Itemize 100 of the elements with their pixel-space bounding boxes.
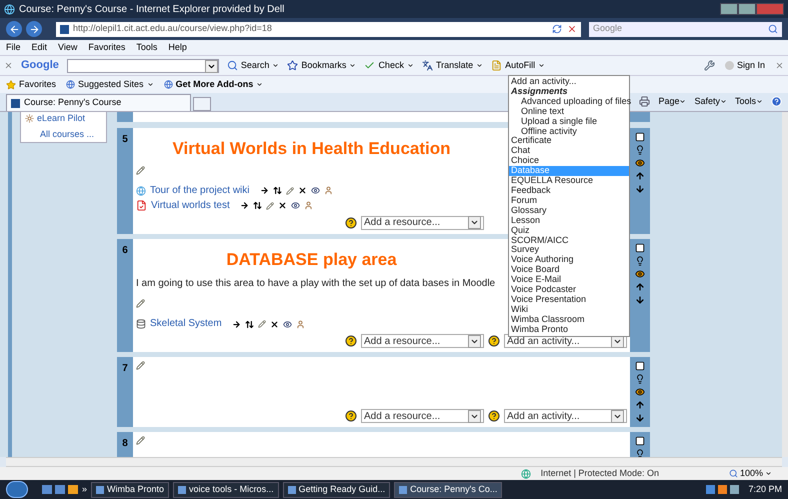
help-icon[interactable] <box>345 410 357 422</box>
delete-icon[interactable] <box>270 320 279 328</box>
dropdown-option[interactable]: Glossary <box>509 206 629 216</box>
caret-icon[interactable] <box>349 62 356 69</box>
square-icon[interactable] <box>635 132 645 142</box>
printer-icon[interactable] <box>639 96 650 107</box>
horizontal-scrollbar[interactable] <box>6 457 782 467</box>
zoom-button[interactable]: 100% <box>728 466 772 480</box>
move-icon[interactable] <box>232 320 241 328</box>
dropdown-option[interactable]: Feedback <box>509 186 629 196</box>
overflow-chevron[interactable]: » <box>82 482 88 496</box>
stop-icon[interactable] <box>567 24 577 34</box>
magnifier-icon[interactable] <box>728 469 738 478</box>
edit-icon[interactable] <box>286 186 294 194</box>
check-icon[interactable] <box>364 60 376 71</box>
toolbar-button[interactable]: Search <box>226 58 280 72</box>
activity-link[interactable]: Skeletal System <box>150 318 222 330</box>
dropdown-option[interactable]: Add an activity... <box>509 77 629 87</box>
sign-in-button[interactable]: Sign In <box>724 58 765 72</box>
refresh-icon[interactable] <box>552 24 562 34</box>
dropdown-option[interactable]: Voice Podcaster <box>509 285 629 295</box>
menu-item[interactable]: View <box>58 40 78 54</box>
wrench-icon[interactable] <box>704 60 715 71</box>
minimize-button[interactable] <box>720 3 738 15</box>
search-icon[interactable] <box>768 24 778 34</box>
caret-icon[interactable] <box>476 62 484 69</box>
person-icon[interactable] <box>324 186 332 195</box>
start-button[interactable] <box>6 481 28 498</box>
dropdown-option[interactable]: Lesson <box>509 216 629 226</box>
select-field[interactable]: Add a resource... <box>361 409 484 423</box>
arrow-down-icon[interactable] <box>635 294 645 304</box>
dropdown-option[interactable]: Upload a single file <box>509 116 629 127</box>
caret-icon[interactable] <box>406 62 414 69</box>
help-icon[interactable] <box>345 335 357 347</box>
command-menu[interactable]: Safety <box>694 94 727 108</box>
eye-icon[interactable] <box>635 268 645 278</box>
menu-item[interactable]: Help <box>168 40 187 54</box>
select-field[interactable]: Add a resource... <box>361 216 484 230</box>
arrow-up-icon[interactable] <box>635 400 645 410</box>
dropdown-option[interactable]: Wiki <box>509 304 629 315</box>
dropdown-option[interactable]: Chat <box>509 146 629 156</box>
globe-icon[interactable] <box>66 80 76 89</box>
close-icon[interactable] <box>775 61 784 70</box>
search-icon[interactable] <box>226 60 238 71</box>
dropdown-option[interactable]: Survey <box>509 245 629 256</box>
command-menu[interactable]: Tools <box>734 94 763 108</box>
eye-icon[interactable] <box>290 201 300 210</box>
taskbar-button[interactable]: Getting Ready Guid... <box>282 482 390 498</box>
edit-icon[interactable] <box>266 202 274 210</box>
activity-link[interactable]: Tour of the project wiki <box>150 184 250 196</box>
all-courses-link[interactable]: All courses ... <box>40 128 102 141</box>
caret-icon[interactable] <box>256 81 264 88</box>
move-icon[interactable] <box>240 201 249 210</box>
delete-icon[interactable] <box>298 186 306 195</box>
toolbar-button[interactable]: Translate <box>422 58 484 72</box>
dropdown-option[interactable]: EQUELLA Resource <box>509 176 629 186</box>
favorites-link[interactable]: Suggested Sites <box>66 78 154 92</box>
delete-icon[interactable] <box>278 201 287 210</box>
globe-icon[interactable] <box>164 80 173 89</box>
taskbar-button[interactable]: voice tools - Micros... <box>173 482 279 498</box>
close-icon[interactable] <box>4 61 13 70</box>
eye-icon[interactable] <box>635 387 645 397</box>
toolbar-button[interactable]: Check <box>364 58 414 72</box>
dropdown-option[interactable]: SCORM/AICC <box>509 236 629 246</box>
edit-icon[interactable] <box>136 361 145 370</box>
address-field[interactable]: http://olepil1.cit.act.edu.au/course/view.php?id=18 <box>56 22 581 36</box>
activity-link[interactable]: Virtual worlds test <box>151 200 230 212</box>
menu-item[interactable]: Tools <box>136 40 158 54</box>
dropdown-option[interactable]: Choice <box>509 156 629 166</box>
taskbar-button[interactable]: Wimba Pronto <box>91 482 170 498</box>
maximize-button[interactable] <box>738 3 756 15</box>
dropdown-option[interactable]: Certificate <box>509 136 629 146</box>
caret-icon[interactable] <box>272 62 280 69</box>
move-vertical-icon[interactable] <box>272 186 282 195</box>
dropdown-option[interactable]: Quiz <box>509 226 629 236</box>
person-icon[interactable] <box>296 320 305 328</box>
caret-icon[interactable] <box>538 62 546 69</box>
translate-icon[interactable] <box>422 60 433 71</box>
move-vertical-icon[interactable] <box>244 320 254 328</box>
square-icon[interactable] <box>635 242 645 252</box>
arrow-up-icon[interactable] <box>635 171 645 181</box>
caret-icon[interactable] <box>146 81 154 88</box>
favorites-link[interactable]: Get More Add-ons <box>164 78 264 92</box>
arrow-down-icon[interactable] <box>635 184 645 194</box>
eye-icon[interactable] <box>282 320 292 328</box>
move-icon[interactable] <box>260 186 268 195</box>
dropdown-option[interactable]: Online text <box>509 106 629 117</box>
square-icon[interactable] <box>635 436 645 446</box>
help-icon[interactable] <box>488 335 500 347</box>
star-icon[interactable] <box>287 60 298 71</box>
toolbar-button[interactable]: AutoFill <box>491 58 546 72</box>
dropdown-option[interactable]: Voice Board <box>509 265 629 276</box>
help-icon[interactable] <box>488 410 500 422</box>
lightbulb-icon[interactable] <box>635 256 645 266</box>
course-link[interactable]: eLearn Pilot <box>37 112 86 126</box>
arrow-down-icon[interactable] <box>635 413 645 423</box>
dropdown-option[interactable]: Wimba Pronto <box>509 324 629 335</box>
caret-icon[interactable] <box>756 98 763 105</box>
square-icon[interactable] <box>635 361 645 371</box>
star-icon[interactable] <box>6 80 16 90</box>
